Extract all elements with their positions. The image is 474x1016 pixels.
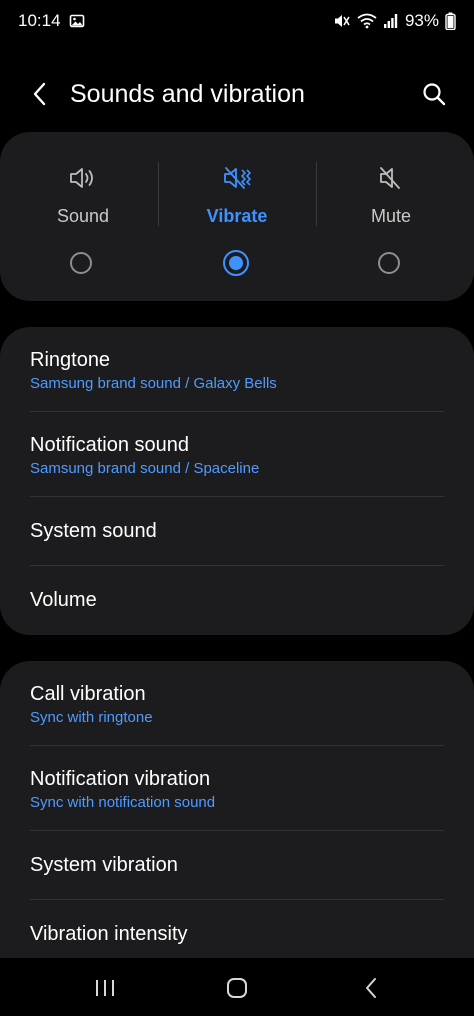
navigation-bar: [0, 958, 474, 1016]
sound-mode-label: Sound: [56, 206, 110, 226]
speaker-icon: [4, 162, 162, 194]
list-item-vibration-intensity[interactable]: Vibration intensity: [0, 900, 474, 958]
signal-icon: [383, 13, 399, 29]
back-button[interactable]: [24, 78, 56, 110]
page-title: Sounds and vibration: [70, 80, 305, 108]
status-bar: 10:14 93%: [0, 0, 474, 42]
vibration-settings-card: Call vibration Sync with ringtone Notifi…: [0, 661, 474, 958]
search-icon: [423, 83, 446, 106]
list-item-system-vibration[interactable]: System vibration: [0, 831, 474, 900]
sound-settings-card: Ringtone Samsung brand sound / Galaxy Be…: [0, 327, 474, 635]
mute-icon: [312, 162, 470, 194]
item-title: System sound: [30, 520, 157, 542]
search-button[interactable]: [418, 78, 450, 110]
sound-radio[interactable]: [70, 252, 92, 274]
status-right: 93%: [333, 11, 456, 31]
list-item-notification-sound[interactable]: Notification sound Samsung brand sound /…: [0, 412, 474, 497]
vibrate-radio[interactable]: [223, 250, 249, 276]
item-title: Ringtone: [30, 349, 111, 371]
item-title: Notification vibration: [30, 768, 211, 790]
mute-mode-label: Mute: [370, 206, 412, 226]
gallery-icon: [69, 13, 85, 29]
recents-button[interactable]: [85, 972, 125, 1004]
vibrate-mode-label: Vibrate: [206, 206, 268, 226]
back-arrow-icon: [33, 82, 46, 106]
item-subtitle: Samsung brand sound / Galaxy Bells: [30, 375, 277, 392]
battery-level: 93%: [404, 11, 439, 30]
list-item-call-vibration[interactable]: Call vibration Sync with ringtone: [0, 661, 474, 746]
item-subtitle: Sync with notification sound: [30, 794, 216, 811]
mute-vibrate-icon: [333, 13, 351, 29]
item-subtitle: Sync with ringtone: [30, 709, 153, 726]
item-title: Vibration intensity: [30, 923, 188, 945]
wifi-icon: [357, 13, 377, 29]
list-item-system-sound[interactable]: System sound: [0, 497, 474, 566]
battery-icon: [445, 12, 456, 30]
item-title: Volume: [30, 589, 97, 611]
mute-radio[interactable]: [378, 252, 400, 274]
item-title: Call vibration: [30, 683, 146, 705]
sound-mode-vibrate[interactable]: Vibrate: [158, 132, 316, 301]
item-subtitle: Samsung brand sound / Spaceline: [30, 460, 260, 477]
item-title: System vibration: [30, 854, 178, 876]
recents-icon: [96, 980, 114, 996]
home-button[interactable]: [217, 972, 257, 1004]
app-header: Sounds and vibration: [0, 70, 474, 118]
vibrate-icon: [158, 162, 316, 194]
sound-mode-card: Sound Vibrate Mute: [0, 132, 474, 301]
status-time: 10:14: [18, 11, 61, 30]
list-item-volume[interactable]: Volume: [0, 566, 474, 635]
sound-mode-mute[interactable]: Mute: [312, 132, 470, 301]
sound-mode-sound[interactable]: Sound: [4, 132, 162, 301]
list-item-ringtone[interactable]: Ringtone Samsung brand sound / Galaxy Be…: [0, 327, 474, 412]
home-icon: [227, 978, 247, 998]
nav-back-button[interactable]: [351, 972, 391, 1004]
list-item-notification-vibration[interactable]: Notification vibration Sync with notific…: [0, 746, 474, 831]
back-icon: [366, 978, 376, 998]
status-left: 10:14: [18, 11, 85, 31]
item-title: Notification sound: [30, 434, 189, 456]
